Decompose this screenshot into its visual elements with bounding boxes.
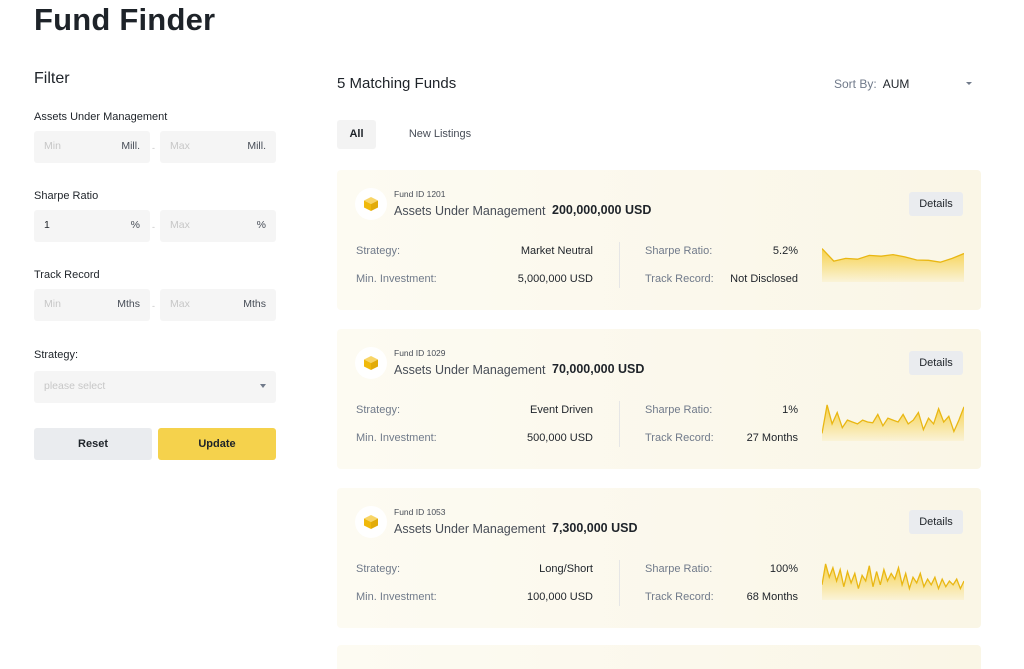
aum-value: 7,300,000 USD [552,521,638,535]
performance-sparkline [822,563,964,600]
filter-title: Filter [34,70,70,87]
track-record-label: Track Record: [645,273,714,285]
aum-max-input[interactable]: Max Mill. [160,131,276,163]
strategy-value: Event Driven [530,404,593,416]
sharpe-range: 1 % - Max % [34,210,276,242]
fund-card[interactable]: Fund ID 1029 Assets Under Management 70,… [337,329,981,469]
sort-value[interactable]: AUM [883,77,910,91]
aum-min-unit: Mill. [121,140,140,152]
aum-value: 200,000,000 USD [552,203,652,217]
track-record-value: 27 Months [746,432,798,444]
filter-panel: Filter Assets Under Management Min Mill.… [34,70,276,460]
aum-filter-label: Assets Under Management [34,111,168,123]
sharpe-label: Sharpe Ratio: [645,245,713,257]
sharpe-max-placeholder: Max [170,219,190,231]
track-max-unit: Mths [243,298,266,310]
track-max-input[interactable]: Max Mths [160,289,276,321]
min-investment-label: Min. Investment: [356,432,437,444]
track-filter-label: Track Record [34,269,100,281]
aum-min-input[interactable]: Min Mill. [34,131,150,163]
card-divider [619,401,620,447]
update-button[interactable]: Update [158,428,276,460]
details-button[interactable]: Details [909,351,963,375]
performance-sparkline [822,248,964,282]
details-button[interactable]: Details [909,192,963,216]
tab-new-listings[interactable]: New Listings [396,120,484,149]
sharpe-min-input[interactable]: 1 % [34,210,150,242]
sharpe-value: 5.2% [772,245,798,257]
details-button[interactable]: Details [909,510,963,534]
sharpe-filter-label: Sharpe Ratio [34,190,99,202]
range-dash: - [152,222,155,232]
sharpe-min-value: 1 [44,219,50,231]
strategy-select[interactable]: please select [34,371,276,403]
fund-card-partial [337,645,981,669]
track-min-placeholder: Min [44,298,61,310]
sparkline-area [822,404,964,441]
card-divider [619,560,620,606]
fund-id: Fund ID 1029 [394,348,446,358]
track-min-unit: Mths [117,298,140,310]
track-record-value: Not Disclosed [730,273,798,285]
track-record-label: Track Record: [645,591,714,603]
card-divider [619,242,620,288]
track-min-input[interactable]: Min Mths [34,289,150,321]
min-investment-value: 5,000,000 USD [517,273,593,285]
min-investment-label: Min. Investment: [356,273,437,285]
aum-value: 70,000,000 USD [552,362,645,376]
fund-logo-icon [355,188,387,220]
strategy-value: Market Neutral [520,245,593,257]
tab-all[interactable]: All [337,120,376,149]
sharpe-max-input[interactable]: Max % [160,210,276,242]
strategy-label: Strategy: [356,404,401,416]
aum-label: Assets Under Management [394,522,546,536]
strategy-filter-label: Strategy: [34,349,79,361]
sharpe-value: 1% [782,404,798,416]
fund-card[interactable]: Fund ID 1053 Assets Under Management 7,3… [337,488,981,628]
sort-label: Sort By: [834,77,877,91]
sharpe-value: 100% [769,563,798,575]
track-record-value: 68 Months [746,591,798,603]
chevron-down-icon[interactable] [966,82,972,85]
aum-label: Assets Under Management [394,363,546,377]
aum-max-unit: Mill. [247,140,266,152]
aum-range: Min Mill. - Max Mill. [34,131,276,163]
aum-max-placeholder: Max [170,140,190,152]
chevron-down-icon [260,384,266,388]
track-range: Min Mths - Max Mths [34,289,276,321]
sharpe-min-unit: % [130,219,140,231]
strategy-placeholder: please select [44,380,106,392]
range-dash: - [152,143,155,153]
page-title: Fund Finder [34,2,216,37]
strategy-label: Strategy: [356,563,401,575]
sort-control[interactable]: Sort By: AUM [834,77,909,91]
sharpe-label: Sharpe Ratio: [645,563,713,575]
strategy-value: Long/Short [539,563,593,575]
fund-logo-icon [355,347,387,379]
fund-id: Fund ID 1053 [394,507,446,517]
sharpe-label: Sharpe Ratio: [645,404,713,416]
aum-min-placeholder: Min [44,140,61,152]
performance-sparkline [822,404,964,441]
reset-button[interactable]: Reset [34,428,152,460]
range-dash: - [152,301,155,311]
min-investment-value: 100,000 USD [526,591,593,603]
min-investment-value: 500,000 USD [526,432,593,444]
track-record-label: Track Record: [645,432,714,444]
fund-id: Fund ID 1201 [394,189,446,199]
fund-logo-icon [355,506,387,538]
min-investment-label: Min. Investment: [356,591,437,603]
track-max-placeholder: Max [170,298,190,310]
results-heading: 5 Matching Funds [337,75,457,92]
fund-card[interactable]: Fund ID 1201 Assets Under Management 200… [337,170,981,310]
sharpe-max-unit: % [256,219,266,231]
sparkline-area [822,248,964,282]
aum-label: Assets Under Management [394,204,546,218]
strategy-label: Strategy: [356,245,401,257]
